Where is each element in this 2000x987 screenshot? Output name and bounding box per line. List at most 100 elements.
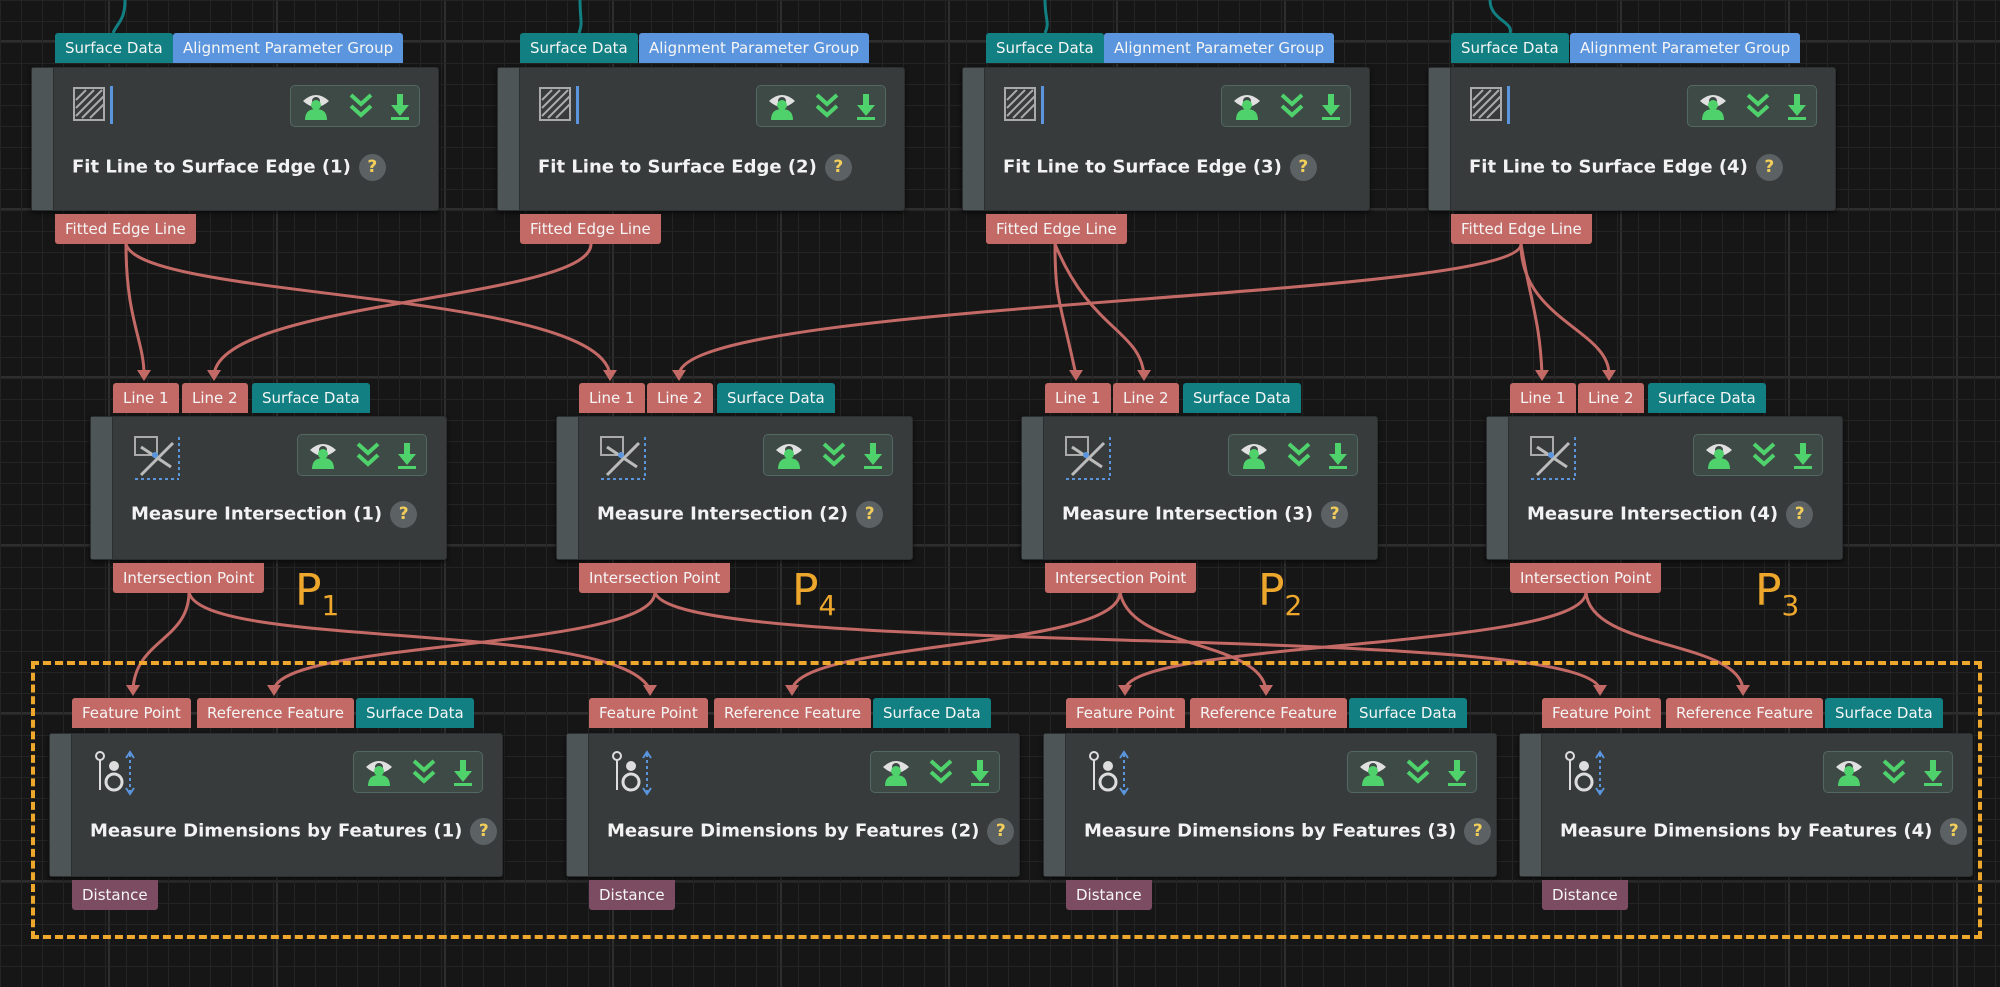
measure-intersection-node-1[interactable]: Measure Intersection (1)?: [90, 416, 447, 560]
port-feature-point[interactable]: Feature Point: [1066, 698, 1185, 728]
visibility-icon[interactable]: [879, 757, 913, 787]
help-icon[interactable]: ?: [1321, 501, 1349, 528]
help-icon[interactable]: ?: [470, 818, 498, 845]
port-fitted-edge-line[interactable]: Fitted Edge Line: [986, 214, 1127, 244]
port-reference-feature[interactable]: Reference Feature: [1190, 698, 1347, 728]
port-surface-data[interactable]: Surface Data: [252, 383, 370, 413]
output-download-icon[interactable]: [1922, 758, 1944, 786]
port-fitted-edge-line[interactable]: Fitted Edge Line: [520, 214, 661, 244]
collapse-icon[interactable]: [411, 758, 437, 786]
collapse-icon[interactable]: [1751, 441, 1777, 469]
output-download-icon[interactable]: [396, 441, 418, 469]
port-feature-point[interactable]: Feature Point: [1542, 698, 1661, 728]
visibility-icon[interactable]: [299, 91, 333, 121]
port-line-2[interactable]: Line 2: [1578, 383, 1644, 413]
collapse-icon[interactable]: [355, 441, 381, 469]
measure-dimensions-node-1[interactable]: Measure Dimensions by Features (1)?: [49, 733, 503, 877]
port-surface-data[interactable]: Surface Data: [1648, 383, 1766, 413]
output-download-icon[interactable]: [855, 92, 877, 120]
visibility-icon[interactable]: [1230, 91, 1264, 121]
output-download-icon[interactable]: [969, 758, 991, 786]
port-surface-data[interactable]: Surface Data: [1451, 33, 1569, 63]
port-distance[interactable]: Distance: [1066, 880, 1152, 910]
port-surface-data[interactable]: Surface Data: [1183, 383, 1301, 413]
port-intersection-point[interactable]: Intersection Point: [1045, 563, 1197, 593]
visibility-icon[interactable]: [772, 440, 806, 470]
output-download-icon[interactable]: [1792, 441, 1814, 469]
help-icon[interactable]: ?: [1755, 154, 1783, 181]
collapse-icon[interactable]: [1286, 441, 1312, 469]
fit-line-node-3[interactable]: Fit Line to Surface Edge (3)?: [962, 67, 1370, 211]
collapse-icon[interactable]: [928, 758, 954, 786]
output-download-icon[interactable]: [389, 92, 411, 120]
help-icon[interactable]: ?: [824, 154, 852, 181]
visibility-icon[interactable]: [1832, 757, 1866, 787]
visibility-icon[interactable]: [1356, 757, 1390, 787]
port-distance[interactable]: Distance: [589, 880, 675, 910]
port-line-2[interactable]: Line 2: [1113, 383, 1179, 413]
help-icon[interactable]: ?: [358, 154, 386, 181]
collapse-icon[interactable]: [1279, 92, 1305, 120]
fit-line-node-4[interactable]: Fit Line to Surface Edge (4)?: [1428, 67, 1836, 211]
port-alignment-parameter-group[interactable]: Alignment Parameter Group: [639, 33, 870, 63]
collapse-icon[interactable]: [348, 92, 374, 120]
visibility-icon[interactable]: [306, 440, 340, 470]
output-download-icon[interactable]: [1786, 92, 1808, 120]
collapse-icon[interactable]: [814, 92, 840, 120]
help-icon[interactable]: ?: [856, 501, 884, 528]
port-feature-point[interactable]: Feature Point: [72, 698, 191, 728]
port-surface-data[interactable]: Surface Data: [873, 698, 991, 728]
visibility-icon[interactable]: [1237, 440, 1271, 470]
port-line-2[interactable]: Line 2: [182, 383, 248, 413]
fit-line-node-2[interactable]: Fit Line to Surface Edge (2)?: [497, 67, 905, 211]
measure-dimensions-node-2[interactable]: Measure Dimensions by Features (2)?: [566, 733, 1020, 877]
port-fitted-edge-line[interactable]: Fitted Edge Line: [55, 214, 196, 244]
output-download-icon[interactable]: [1327, 441, 1349, 469]
port-distance[interactable]: Distance: [72, 880, 158, 910]
port-intersection-point[interactable]: Intersection Point: [1510, 563, 1662, 593]
port-surface-data[interactable]: Surface Data: [55, 33, 173, 63]
port-reference-feature[interactable]: Reference Feature: [1666, 698, 1823, 728]
help-icon[interactable]: ?: [1940, 818, 1968, 845]
collapse-icon[interactable]: [1745, 92, 1771, 120]
measure-intersection-node-4[interactable]: Measure Intersection (4)?: [1486, 416, 1843, 560]
visibility-icon[interactable]: [362, 757, 396, 787]
port-line-1[interactable]: Line 1: [113, 383, 179, 413]
measure-intersection-node-2[interactable]: Measure Intersection (2)?: [556, 416, 913, 560]
port-line-1[interactable]: Line 1: [1510, 383, 1576, 413]
port-intersection-point[interactable]: Intersection Point: [579, 563, 731, 593]
measure-dimensions-node-4[interactable]: Measure Dimensions by Features (4)?: [1519, 733, 1973, 877]
port-fitted-edge-line[interactable]: Fitted Edge Line: [1451, 214, 1592, 244]
visibility-icon[interactable]: [765, 91, 799, 121]
port-alignment-parameter-group[interactable]: Alignment Parameter Group: [173, 33, 404, 63]
fit-line-node-1[interactable]: Fit Line to Surface Edge (1)?: [31, 67, 439, 211]
port-feature-point[interactable]: Feature Point: [589, 698, 708, 728]
collapse-icon[interactable]: [821, 441, 847, 469]
output-download-icon[interactable]: [452, 758, 474, 786]
port-line-1[interactable]: Line 1: [1045, 383, 1111, 413]
output-download-icon[interactable]: [862, 441, 884, 469]
help-icon[interactable]: ?: [987, 818, 1015, 845]
port-surface-data[interactable]: Surface Data: [520, 33, 638, 63]
visibility-icon[interactable]: [1702, 440, 1736, 470]
visibility-icon[interactable]: [1696, 91, 1730, 121]
port-distance[interactable]: Distance: [1542, 880, 1628, 910]
port-reference-feature[interactable]: Reference Feature: [714, 698, 871, 728]
port-reference-feature[interactable]: Reference Feature: [197, 698, 354, 728]
port-surface-data[interactable]: Surface Data: [1825, 698, 1943, 728]
port-line-1[interactable]: Line 1: [579, 383, 645, 413]
port-line-2[interactable]: Line 2: [647, 383, 713, 413]
output-download-icon[interactable]: [1446, 758, 1468, 786]
port-intersection-point[interactable]: Intersection Point: [113, 563, 265, 593]
port-surface-data[interactable]: Surface Data: [356, 698, 474, 728]
port-surface-data[interactable]: Surface Data: [717, 383, 835, 413]
port-surface-data[interactable]: Surface Data: [986, 33, 1104, 63]
port-alignment-parameter-group[interactable]: Alignment Parameter Group: [1570, 33, 1801, 63]
collapse-icon[interactable]: [1405, 758, 1431, 786]
help-icon[interactable]: ?: [1464, 818, 1492, 845]
collapse-icon[interactable]: [1881, 758, 1907, 786]
port-alignment-parameter-group[interactable]: Alignment Parameter Group: [1104, 33, 1335, 63]
measure-intersection-node-3[interactable]: Measure Intersection (3)?: [1021, 416, 1378, 560]
output-download-icon[interactable]: [1320, 92, 1342, 120]
port-surface-data[interactable]: Surface Data: [1349, 698, 1467, 728]
